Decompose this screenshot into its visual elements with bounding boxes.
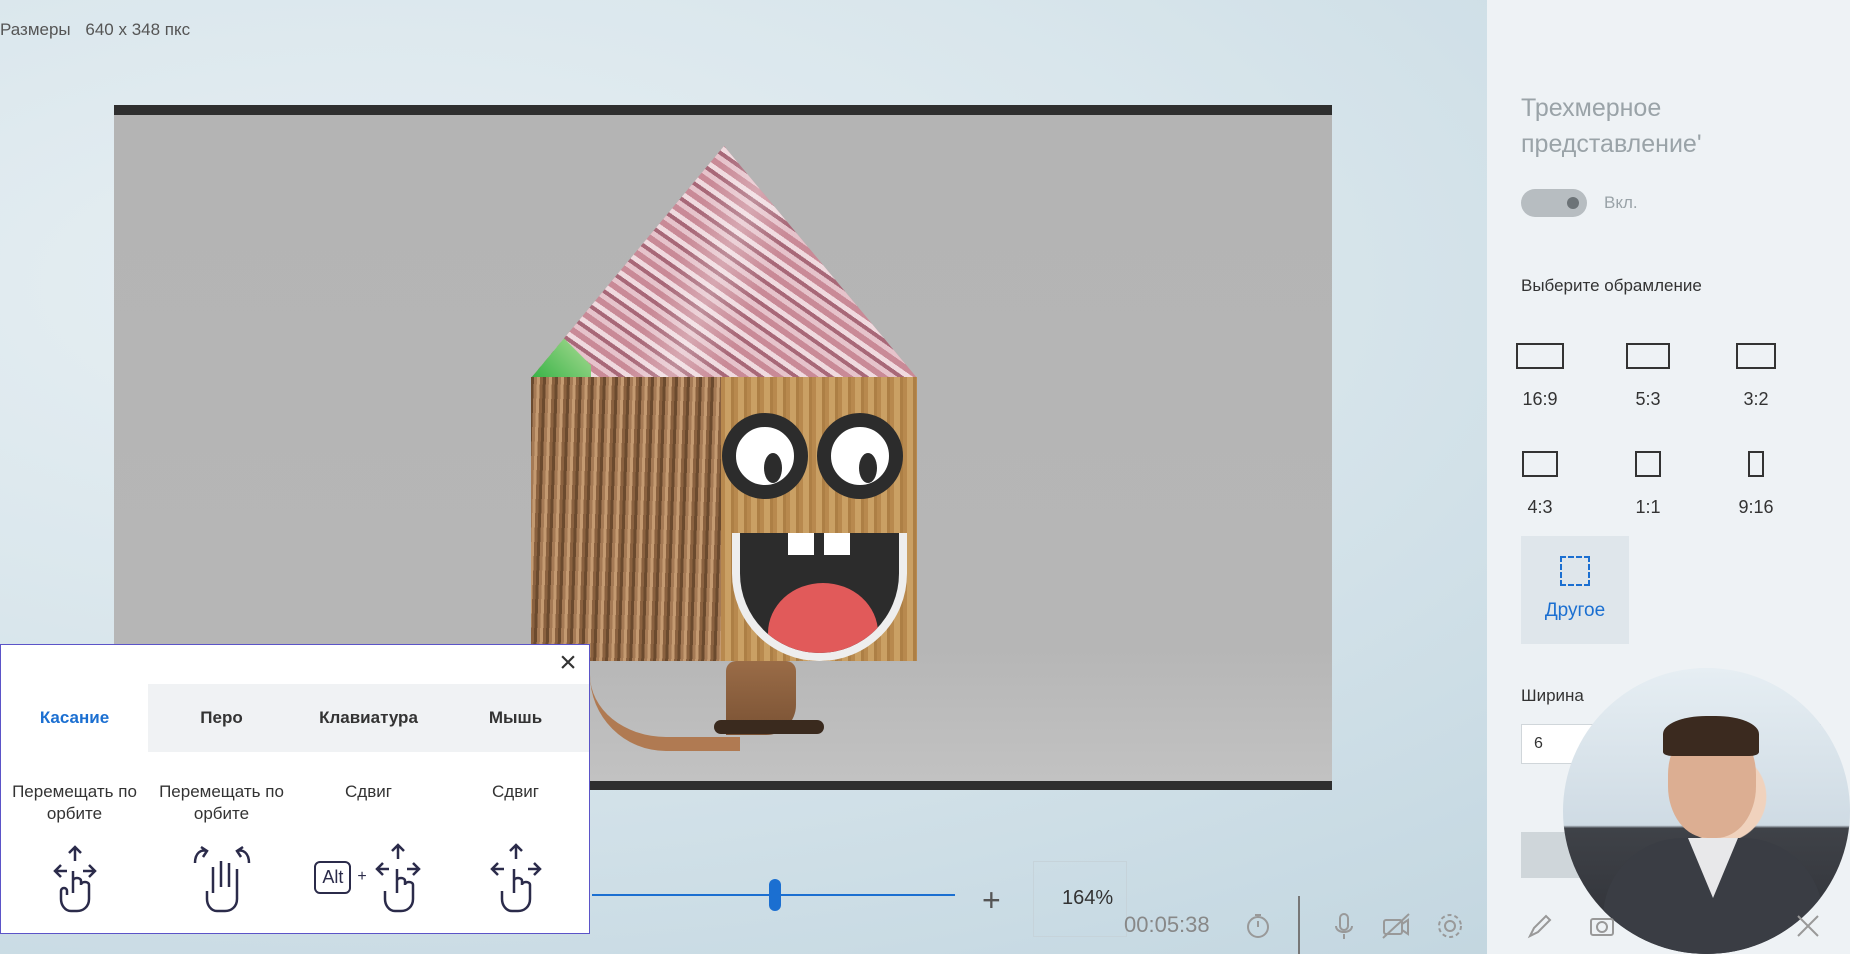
ratio-16-9-button[interactable]: 16:9	[1495, 343, 1585, 410]
ratio-3-2-button[interactable]: 3:2	[1711, 343, 1801, 410]
action-label: Перемещать по орбите	[12, 782, 137, 823]
dimensions-label: Размеры 640 x 348 пкс	[0, 20, 190, 40]
frame-section-label: Выберите обрамление	[1521, 276, 1702, 295]
ratio-label: 16:9	[1522, 389, 1558, 409]
pen-orbit-gesture-icon	[148, 841, 295, 913]
ratio-wide-icon	[1626, 343, 1670, 369]
toggle-label: Вкл.	[1604, 193, 1638, 212]
custom-frame-icon	[1560, 556, 1590, 586]
tab-touch[interactable]: Касание	[1, 684, 148, 752]
zoom-value: 164%	[1062, 887, 1114, 909]
ratio-other-button[interactable]: Другое	[1521, 536, 1629, 644]
close-icon[interactable]	[1790, 908, 1826, 944]
ratio-tall-icon	[1748, 451, 1764, 477]
action-label: Сдвиг	[492, 782, 539, 801]
keyboard-pan-gesture-icon: Alt +	[295, 841, 442, 913]
microphone-icon[interactable]	[1326, 908, 1362, 944]
tab-mouse[interactable]: Мышь	[442, 684, 589, 752]
ratio-wide-icon	[1736, 343, 1776, 369]
plus-sign: +	[357, 868, 367, 885]
close-icon[interactable]: ×	[553, 648, 583, 679]
action-label: Перемещать по орбите	[159, 782, 284, 823]
ratio-4-3-button[interactable]: 4:3	[1495, 451, 1585, 518]
model-glasses-right	[817, 413, 903, 499]
tab-keyboard[interactable]: Клавиатура	[295, 684, 442, 752]
ratio-label: 9:16	[1738, 497, 1774, 517]
ratio-5-3-button[interactable]: 5:3	[1603, 343, 1693, 410]
zoom-plus-icon[interactable]: +	[982, 884, 1001, 916]
other-label: Другое	[1544, 600, 1606, 621]
camera-off-icon[interactable]	[1378, 908, 1414, 944]
ratio-label: 1:1	[1635, 497, 1661, 517]
ratio-9-16-button[interactable]: 9:16	[1711, 451, 1801, 518]
width-label: Ширина	[1521, 686, 1584, 705]
dimensions-value: 640 x 348 пкс	[85, 20, 191, 39]
recording-timer: 00:05:38	[1124, 912, 1210, 937]
camera-icon[interactable]	[1584, 908, 1620, 944]
pen-icon[interactable]	[1522, 908, 1558, 944]
ratio-1-1-button[interactable]: 1:1	[1603, 451, 1693, 518]
touch-orbit-gesture-icon	[1, 841, 148, 913]
controls-help-card: × Касание Перо Клавиатура Мышь Перемещат…	[0, 644, 590, 934]
ratio-label: 3:2	[1743, 389, 1769, 409]
zoom-slider-thumb[interactable]	[769, 879, 781, 911]
action-label: Сдвиг	[345, 782, 392, 801]
model-box-left-face	[531, 377, 721, 661]
model-glasses-left	[722, 413, 808, 499]
tab-pen[interactable]: Перо	[148, 684, 295, 752]
model-feet	[714, 720, 824, 734]
ratio-square-icon	[1635, 451, 1661, 477]
ratio-label: 5:3	[1635, 389, 1661, 409]
ratio-wide-icon	[1516, 343, 1564, 369]
model-tail	[590, 675, 740, 751]
3d-view-toggle[interactable]	[1521, 189, 1587, 217]
settings-icon[interactable]	[1432, 908, 1468, 944]
alt-key: Alt	[314, 860, 352, 894]
ratio-standard-icon	[1522, 451, 1558, 477]
mouse-pan-gesture-icon	[442, 841, 589, 913]
help-tabs: Касание Перо Клавиатура Мышь	[1, 684, 589, 752]
ratio-label: 4:3	[1527, 497, 1553, 517]
timer-icon[interactable]	[1240, 908, 1276, 944]
toolbar-separator	[1298, 896, 1300, 954]
panel-title: Трехмерное представление'	[1521, 94, 1702, 158]
dimensions-title: Размеры	[0, 20, 71, 39]
model-roof	[531, 146, 917, 378]
